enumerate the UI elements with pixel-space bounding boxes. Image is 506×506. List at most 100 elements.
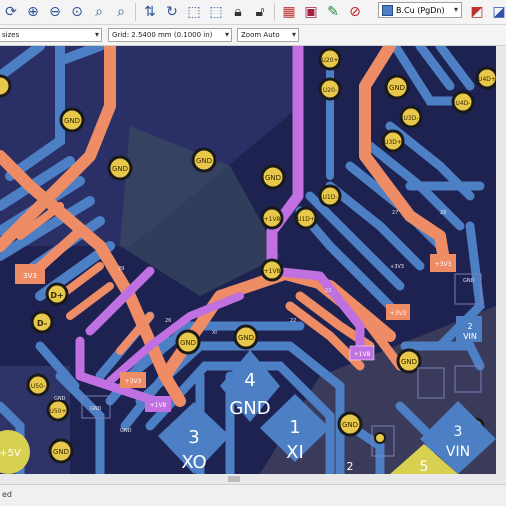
pad-label: U20- bbox=[323, 87, 337, 94]
via-gnd[interactable]: GND bbox=[337, 411, 363, 437]
pcb-canvas[interactable]: GND GND GND GND GND GND GND GND GND GND … bbox=[0, 46, 496, 474]
via-partial bbox=[0, 74, 12, 98]
no-erc-icon[interactable]: ⊘ bbox=[344, 1, 366, 23]
toolbar-separator bbox=[274, 3, 275, 21]
chevron-down-icon: ▾ bbox=[94, 30, 99, 39]
flip-board-icon[interactable]: ⇅ bbox=[139, 1, 161, 23]
pad-name: VIN bbox=[463, 332, 477, 341]
track-size-select[interactable]: sizes ▾ bbox=[0, 28, 102, 42]
vertical-scrollbar[interactable] bbox=[496, 46, 506, 474]
grid-label: Grid: 2.5400 mm (0.1000 in) bbox=[112, 31, 213, 39]
horizontal-scrollbar[interactable] bbox=[0, 474, 506, 484]
via-gnd[interactable]: GND bbox=[59, 107, 85, 133]
pad-label: U3D- bbox=[404, 115, 419, 122]
pad-label: U50+ bbox=[49, 408, 66, 415]
pad-name: +1V8 bbox=[354, 351, 371, 358]
small-label: 29 bbox=[118, 266, 124, 272]
pad-2[interactable]: 2 bbox=[347, 460, 354, 473]
via-signal[interactable]: U3D- bbox=[399, 105, 423, 129]
refresh-icon[interactable]: ⟳ bbox=[0, 1, 22, 23]
unlock-icon[interactable]: 🔓︎ bbox=[249, 1, 271, 23]
small-label: +3V3 bbox=[390, 264, 404, 270]
pad-name: +5V bbox=[0, 448, 21, 459]
small-label: XI bbox=[212, 330, 217, 336]
layer-color-swatch bbox=[382, 4, 393, 16]
small-label: 27 bbox=[392, 210, 398, 216]
pad-label: D+ bbox=[50, 291, 63, 300]
small-label: 22 bbox=[290, 318, 296, 324]
scrollbar-thumb[interactable] bbox=[228, 476, 240, 482]
lock-icon[interactable]: 🔒︎ bbox=[227, 1, 249, 23]
via-signal[interactable]: D+ bbox=[45, 282, 69, 306]
pad-name: VIN bbox=[446, 444, 470, 460]
pad-number: 5 bbox=[420, 459, 429, 474]
pad-label: U1D+ bbox=[297, 216, 315, 223]
via-signal[interactable]: U50+ bbox=[46, 398, 70, 422]
zoom-fit-icon[interactable]: ⊙ bbox=[66, 1, 88, 23]
drc-icon[interactable]: ▣ bbox=[300, 1, 322, 23]
zoom-select[interactable]: Zoom Auto ▾ bbox=[237, 28, 299, 42]
grid-select[interactable]: Grid: 2.5400 mm (0.1000 in) ▾ bbox=[108, 28, 232, 42]
pad-2-vin[interactable]: 2 VIN bbox=[456, 316, 482, 342]
pad-name: 3V3 bbox=[23, 272, 37, 280]
pad-label: U1D- bbox=[323, 194, 338, 201]
net-inspector-icon[interactable]: ▦ bbox=[278, 1, 300, 23]
via-power[interactable]: +1V8 bbox=[260, 206, 284, 230]
layer-selector[interactable]: B.Cu (PgDn) ▾ bbox=[378, 2, 462, 18]
zoom-selection-icon[interactable]: ⌕ bbox=[110, 1, 132, 23]
layer-pair-icon[interactable]: ◩ bbox=[466, 1, 488, 23]
options-bar: sizes ▾ Grid: 2.5400 mm (0.1000 in) ▾ Zo… bbox=[0, 25, 506, 46]
small-label: 26 bbox=[165, 318, 171, 324]
pad-name: +3V3 bbox=[125, 378, 142, 385]
status-bar: ed bbox=[0, 484, 506, 506]
group-icon[interactable]: ⬚ bbox=[183, 1, 205, 23]
via-gnd[interactable]: GND bbox=[260, 164, 286, 190]
rotate-icon[interactable]: ↻ bbox=[161, 1, 183, 23]
via-signal[interactable]: U4D+ bbox=[475, 66, 496, 90]
small-label: 28 bbox=[440, 210, 446, 216]
via-signal[interactable]: U20- bbox=[318, 77, 342, 101]
small-label: GND bbox=[120, 428, 132, 434]
pad-number: 1 bbox=[289, 417, 300, 438]
chevron-down-icon: ▾ bbox=[453, 5, 458, 14]
pad-label: GND bbox=[401, 358, 417, 366]
pad-label: GND bbox=[265, 174, 281, 182]
pad-label: U3D+ bbox=[384, 139, 402, 146]
via-signal[interactable]: U50- bbox=[26, 373, 50, 397]
pad-label: GND bbox=[342, 421, 358, 429]
highlight-net-icon[interactable]: ◪ bbox=[488, 1, 506, 23]
zoom-objects-icon[interactable]: ⌕ bbox=[88, 1, 110, 23]
zoom-out-icon[interactable]: ⊖ bbox=[44, 1, 66, 23]
board-view[interactable]: GND GND GND GND GND GND GND GND GND GND … bbox=[0, 46, 496, 474]
pad-name: GND bbox=[229, 398, 270, 419]
pad-number: 2 bbox=[467, 322, 472, 331]
via-signal[interactable]: U4D- bbox=[451, 90, 475, 114]
via-signal[interactable]: U1D- bbox=[318, 184, 342, 208]
via-gnd[interactable]: GND bbox=[384, 74, 410, 100]
track-size-label: sizes bbox=[2, 31, 20, 39]
ungroup-icon[interactable]: ⬚ bbox=[205, 1, 227, 23]
via-gnd[interactable]: GND bbox=[233, 324, 259, 350]
pad-label: +1V8 bbox=[264, 216, 281, 223]
via-signal[interactable]: U3D+ bbox=[381, 129, 405, 153]
via-signal[interactable]: U20+ bbox=[318, 47, 342, 71]
via-power[interactable]: +1V8 bbox=[260, 258, 284, 282]
pad-label: GND bbox=[196, 157, 212, 165]
scripting-icon[interactable]: ✎ bbox=[322, 1, 344, 23]
via-gnd[interactable]: GND bbox=[191, 147, 217, 173]
pad-name: +3V3 bbox=[390, 310, 407, 317]
zoom-in-icon[interactable]: ⊕ bbox=[22, 1, 44, 23]
pad-number: 3 bbox=[454, 424, 463, 440]
pad-label: GND bbox=[238, 334, 254, 342]
via-signal[interactable]: U1D+ bbox=[294, 206, 318, 230]
status-text: ed bbox=[2, 490, 12, 499]
via-gnd[interactable]: GND bbox=[107, 155, 133, 181]
pad-name: XO bbox=[181, 452, 206, 473]
via-gnd[interactable]: GND bbox=[396, 348, 422, 374]
pad-number: 3 bbox=[188, 427, 199, 448]
via-gnd[interactable]: GND bbox=[48, 438, 74, 464]
pad-name: +3V3 bbox=[435, 261, 452, 268]
pad-label: GND bbox=[64, 117, 80, 125]
via-signal[interactable]: D- bbox=[30, 310, 54, 334]
via-gnd[interactable]: GND bbox=[175, 329, 201, 355]
